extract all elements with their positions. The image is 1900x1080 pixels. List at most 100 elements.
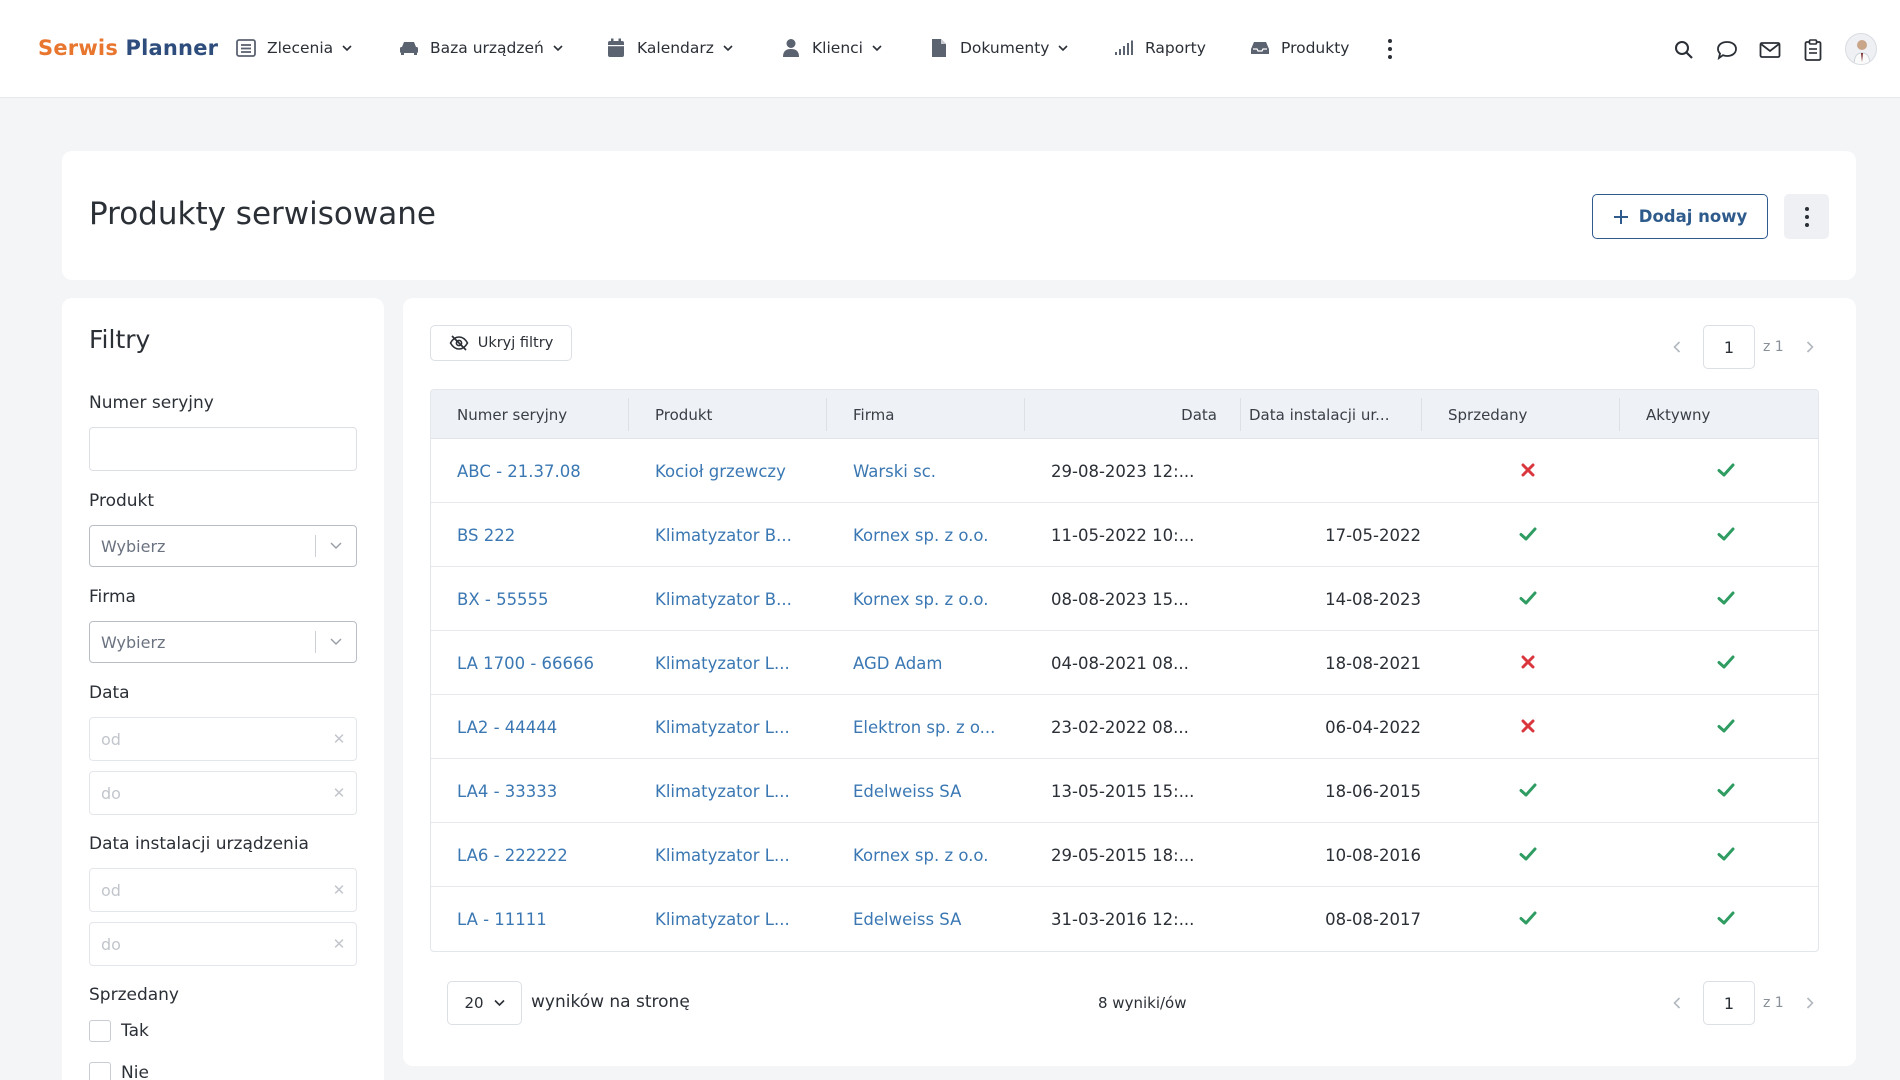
serial-cell[interactable]: LA2 - 44444	[457, 695, 557, 759]
serial-cell[interactable]: LA - 11111	[457, 887, 547, 951]
nav-item-klienci[interactable]: Klienci	[781, 38, 882, 58]
clear-icon[interactable]: ✕	[322, 730, 356, 748]
sold-yes-checkbox[interactable]: Tak	[89, 1020, 149, 1042]
product-cell[interactable]: Klimatyzator L...	[655, 695, 790, 759]
company-cell[interactable]: Kornex sp. z o.o.	[853, 503, 988, 567]
table-row[interactable]: BX - 55555 Klimatyzator B... Kornex sp. z …	[431, 567, 1818, 631]
table-row[interactable]: LA 1700 - 66666 Klimatyzator L... AGD Adam…	[431, 631, 1818, 695]
company-filter-select[interactable]: Wybierz	[89, 621, 357, 663]
nav-item-zlecenia[interactable]: Zlecenia	[236, 38, 352, 58]
chat-icon[interactable]	[1716, 39, 1738, 61]
clear-icon[interactable]: ✕	[322, 784, 356, 802]
active-check-icon	[1717, 845, 1735, 863]
product-cell[interactable]: Klimatyzator L...	[655, 887, 790, 951]
product-cell[interactable]: Kocioł grzewczy	[655, 439, 786, 503]
products-table: Numer seryjny Produkt Firma Data Data in…	[430, 389, 1819, 952]
date-cell: 23-02-2022 08...	[1051, 717, 1189, 737]
serial-cell[interactable]: BS 222	[457, 503, 515, 567]
product-filter-select[interactable]: Wybierz	[89, 525, 357, 567]
table-row[interactable]: LA6 - 222222 Klimatyzator L... Kornex sp. …	[431, 823, 1818, 887]
date-cell: 29-05-2015 18:...	[1051, 845, 1195, 865]
clear-icon[interactable]: ✕	[322, 881, 356, 899]
install-date-cell: 14-08-2023	[1325, 589, 1421, 609]
clear-icon[interactable]: ✕	[322, 935, 356, 953]
chevron-left-icon[interactable]	[1667, 993, 1687, 1013]
serial-cell[interactable]: LA 1700 - 66666	[457, 631, 594, 695]
chevron-down-icon	[1058, 43, 1069, 53]
sold-no-checkbox[interactable]: Nie	[89, 1062, 149, 1080]
inbox-icon	[1250, 38, 1270, 58]
page-number-input[interactable]: 1	[1703, 325, 1755, 369]
add-new-button[interactable]: Dodaj nowy	[1592, 194, 1768, 239]
hide-filters-button[interactable]: Ukryj filtry	[430, 325, 572, 361]
sold-filter-label: Sprzedany	[89, 985, 179, 1005]
chevron-left-icon[interactable]	[1667, 337, 1687, 357]
serial-cell[interactable]: BX - 55555	[457, 567, 549, 631]
product-cell[interactable]: Klimatyzator B...	[655, 567, 792, 631]
nav-item-raporty[interactable]: Raporty	[1114, 38, 1206, 58]
document-icon	[929, 38, 949, 58]
product-cell[interactable]: Klimatyzator L...	[655, 823, 790, 887]
calendar-icon	[606, 38, 626, 58]
company-cell[interactable]: Warski sc.	[853, 439, 936, 503]
nav-item-baza-urzadzen[interactable]: Baza urządzeń	[399, 38, 563, 58]
install-date-to-input[interactable]: do ✕	[89, 922, 357, 966]
mail-icon[interactable]	[1759, 39, 1781, 61]
product-cell[interactable]: Klimatyzator L...	[655, 759, 790, 823]
chevron-down-icon	[342, 43, 352, 53]
company-filter-label: Firma	[89, 587, 136, 607]
date-to-input[interactable]: do ✕	[89, 771, 357, 815]
company-cell[interactable]: AGD Adam	[853, 631, 942, 695]
eye-off-icon	[449, 335, 469, 351]
user-avatar[interactable]	[1845, 33, 1877, 65]
serial-filter-input[interactable]	[89, 427, 357, 471]
filters-panel: Filtry Numer seryjny Produkt Wybierz Fir…	[62, 298, 384, 1080]
column-header-date[interactable]: Data	[1051, 390, 1217, 439]
chevron-right-icon[interactable]	[1800, 337, 1820, 357]
company-cell[interactable]: Edelweiss SA	[853, 759, 961, 823]
table-row[interactable]: LA - 11111 Klimatyzator L... Edelweiss SA 3…	[431, 887, 1818, 951]
page-number-input[interactable]: 1	[1703, 981, 1755, 1025]
company-cell[interactable]: Kornex sp. z o.o.	[853, 567, 988, 631]
search-icon[interactable]	[1673, 39, 1695, 61]
page-size-select[interactable]: 20	[447, 981, 522, 1025]
install-date-cell: 18-08-2021	[1325, 653, 1421, 673]
install-date-from-input[interactable]: od ✕	[89, 868, 357, 912]
serial-cell[interactable]: LA6 - 222222	[457, 823, 568, 887]
nav-item-dokumenty[interactable]: Dokumenty	[929, 38, 1069, 58]
company-cell[interactable]: Elektron sp. z o...	[853, 695, 995, 759]
date-from-input[interactable]: od ✕	[89, 717, 357, 761]
table-row[interactable]: ABC - 21.37.08 Kocioł grzewczy Warski sc. 2…	[431, 439, 1818, 503]
product-cell[interactable]: Klimatyzator L...	[655, 631, 790, 695]
column-header-sold[interactable]: Sprzedany	[1448, 390, 1527, 439]
column-header-company[interactable]: Firma	[853, 390, 894, 439]
column-header-active[interactable]: Aktywny	[1646, 390, 1710, 439]
table-row[interactable]: BS 222 Klimatyzator B... Kornex sp. z o.o.…	[431, 503, 1818, 567]
more-vertical-icon	[1804, 206, 1809, 227]
table-row[interactable]: LA2 - 44444 Klimatyzator L... Elektron sp.…	[431, 695, 1818, 759]
chevron-right-icon[interactable]	[1800, 993, 1820, 1013]
serial-cell[interactable]: LA4 - 33333	[457, 759, 557, 823]
results-panel: Ukryj filtry 1 z 1 Numer seryjny Produkt…	[403, 298, 1856, 1066]
nav-more-icon[interactable]	[1384, 38, 1396, 60]
nav-item-kalendarz[interactable]: Kalendarz	[606, 38, 733, 58]
serial-cell[interactable]: ABC - 21.37.08	[457, 439, 581, 503]
company-cell[interactable]: Kornex sp. z o.o.	[853, 823, 988, 887]
app-logo[interactable]: Serwis Planner	[38, 36, 218, 60]
nav-item-produkty[interactable]: Produkty	[1250, 38, 1349, 58]
filters-title: Filtry	[89, 325, 151, 354]
table-footer: 20 wyników na stronę 8 wyniki/ów	[447, 981, 1827, 1025]
active-check-icon	[1717, 717, 1735, 735]
more-actions-button[interactable]	[1784, 194, 1829, 239]
company-cell[interactable]: Edelweiss SA	[853, 887, 961, 951]
clipboard-icon[interactable]	[1802, 39, 1824, 61]
product-cell[interactable]: Klimatyzator B...	[655, 503, 792, 567]
column-header-product[interactable]: Produkt	[655, 390, 712, 439]
table-row[interactable]: LA4 - 33333 Klimatyzator L... Edelweiss SA…	[431, 759, 1818, 823]
install-date-cell	[1249, 439, 1421, 503]
results-count: 8 wyniki/ów	[1098, 994, 1187, 1012]
pagination-bottom: 1 z 1	[1667, 981, 1820, 1025]
active-check-icon	[1717, 909, 1735, 927]
column-header-serial[interactable]: Numer seryjny	[457, 390, 567, 439]
column-header-install-date[interactable]: Data instalacji ur...	[1249, 390, 1389, 439]
